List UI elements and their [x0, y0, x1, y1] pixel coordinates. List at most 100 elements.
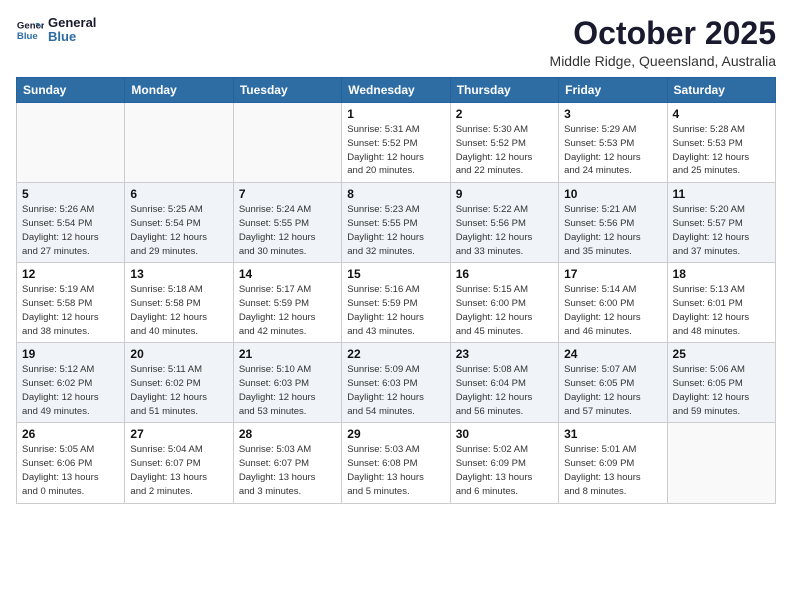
day-info: Sunrise: 5:20 AM Sunset: 5:57 PM Dayligh…: [673, 203, 770, 258]
day-number: 5: [22, 187, 119, 201]
calendar-cell: 20 Sunrise: 5:11 AM Sunset: 6:02 PM Dayli…: [125, 343, 233, 423]
calendar-cell: 18 Sunrise: 5:13 AM Sunset: 6:01 PM Dayli…: [667, 263, 775, 343]
calendar-cell: [233, 103, 341, 183]
day-info: Sunrise: 5:24 AM Sunset: 5:55 PM Dayligh…: [239, 203, 336, 258]
day-info: Sunrise: 5:21 AM Sunset: 5:56 PM Dayligh…: [564, 203, 661, 258]
day-number: 23: [456, 347, 553, 361]
calendar-week-row: 5 Sunrise: 5:26 AM Sunset: 5:54 PM Daylig…: [17, 183, 776, 263]
day-number: 9: [456, 187, 553, 201]
day-number: 1: [347, 107, 444, 121]
logo-general: General: [48, 16, 96, 30]
day-info: Sunrise: 5:03 AM Sunset: 6:08 PM Dayligh…: [347, 443, 444, 498]
day-info: Sunrise: 5:06 AM Sunset: 6:05 PM Dayligh…: [673, 363, 770, 418]
calendar-cell: 9 Sunrise: 5:22 AM Sunset: 5:56 PM Daylig…: [450, 183, 558, 263]
day-number: 30: [456, 427, 553, 441]
day-info: Sunrise: 5:28 AM Sunset: 5:53 PM Dayligh…: [673, 123, 770, 178]
calendar-cell: 24 Sunrise: 5:07 AM Sunset: 6:05 PM Dayli…: [559, 343, 667, 423]
calendar-cell: 12 Sunrise: 5:19 AM Sunset: 5:58 PM Dayli…: [17, 263, 125, 343]
day-info: Sunrise: 5:18 AM Sunset: 5:58 PM Dayligh…: [130, 283, 227, 338]
calendar-cell: 2 Sunrise: 5:30 AM Sunset: 5:52 PM Daylig…: [450, 103, 558, 183]
page-header: General Blue General Blue October 2025 M…: [16, 16, 776, 69]
day-info: Sunrise: 5:03 AM Sunset: 6:07 PM Dayligh…: [239, 443, 336, 498]
calendar-cell: 30Sunrise: 5:02 AM Sunset: 6:09 PM Dayli…: [450, 423, 558, 503]
day-number: 7: [239, 187, 336, 201]
calendar-cell: 11 Sunrise: 5:20 AM Sunset: 5:57 PM Dayli…: [667, 183, 775, 263]
calendar-cell: 15 Sunrise: 5:16 AM Sunset: 5:59 PM Dayli…: [342, 263, 450, 343]
calendar-cell: 4Sunrise: 5:28 AM Sunset: 5:53 PM Daylig…: [667, 103, 775, 183]
day-number: 17: [564, 267, 661, 281]
weekday-header-monday: Monday: [125, 78, 233, 103]
calendar-cell: 26Sunrise: 5:05 AM Sunset: 6:06 PM Dayli…: [17, 423, 125, 503]
day-number: 28: [239, 427, 336, 441]
logo: General Blue General Blue: [16, 16, 96, 45]
day-info: Sunrise: 5:15 AM Sunset: 6:00 PM Dayligh…: [456, 283, 553, 338]
day-info: Sunrise: 5:05 AM Sunset: 6:06 PM Dayligh…: [22, 443, 119, 498]
calendar-cell: 29 Sunrise: 5:03 AM Sunset: 6:08 PM Dayli…: [342, 423, 450, 503]
day-info: Sunrise: 5:25 AM Sunset: 5:54 PM Dayligh…: [130, 203, 227, 258]
calendar-week-row: 19Sunrise: 5:12 AM Sunset: 6:02 PM Dayli…: [17, 343, 776, 423]
day-number: 20: [130, 347, 227, 361]
day-info: Sunrise: 5:13 AM Sunset: 6:01 PM Dayligh…: [673, 283, 770, 338]
calendar-cell: 21 Sunrise: 5:10 AM Sunset: 6:03 PM Dayli…: [233, 343, 341, 423]
day-info: Sunrise: 5:07 AM Sunset: 6:05 PM Dayligh…: [564, 363, 661, 418]
calendar-cell: 31 Sunrise: 5:01 AM Sunset: 6:09 PM Dayli…: [559, 423, 667, 503]
day-info: Sunrise: 5:29 AM Sunset: 5:53 PM Dayligh…: [564, 123, 661, 178]
location-title: Middle Ridge, Queensland, Australia: [550, 53, 776, 69]
calendar-cell: 23Sunrise: 5:08 AM Sunset: 6:04 PM Dayli…: [450, 343, 558, 423]
day-number: 19: [22, 347, 119, 361]
weekday-header-row: SundayMondayTuesdayWednesdayThursdayFrid…: [17, 78, 776, 103]
day-number: 3: [564, 107, 661, 121]
day-number: 16: [456, 267, 553, 281]
day-info: Sunrise: 5:23 AM Sunset: 5:55 PM Dayligh…: [347, 203, 444, 258]
calendar-week-row: 12 Sunrise: 5:19 AM Sunset: 5:58 PM Dayli…: [17, 263, 776, 343]
weekday-header-friday: Friday: [559, 78, 667, 103]
day-number: 8: [347, 187, 444, 201]
calendar-cell: 25 Sunrise: 5:06 AM Sunset: 6:05 PM Dayli…: [667, 343, 775, 423]
calendar-cell: 17 Sunrise: 5:14 AM Sunset: 6:00 PM Dayli…: [559, 263, 667, 343]
calendar-cell: 10 Sunrise: 5:21 AM Sunset: 5:56 PM Dayli…: [559, 183, 667, 263]
day-number: 29: [347, 427, 444, 441]
calendar-cell: 6 Sunrise: 5:25 AM Sunset: 5:54 PM Daylig…: [125, 183, 233, 263]
calendar-cell: [125, 103, 233, 183]
day-info: Sunrise: 5:14 AM Sunset: 6:00 PM Dayligh…: [564, 283, 661, 338]
day-number: 25: [673, 347, 770, 361]
logo-icon: General Blue: [16, 16, 44, 44]
month-title: October 2025: [550, 16, 776, 51]
day-info: Sunrise: 5:30 AM Sunset: 5:52 PM Dayligh…: [456, 123, 553, 178]
day-number: 22: [347, 347, 444, 361]
day-info: Sunrise: 5:19 AM Sunset: 5:58 PM Dayligh…: [22, 283, 119, 338]
weekday-header-tuesday: Tuesday: [233, 78, 341, 103]
calendar-cell: 8 Sunrise: 5:23 AM Sunset: 5:55 PM Daylig…: [342, 183, 450, 263]
day-info: Sunrise: 5:17 AM Sunset: 5:59 PM Dayligh…: [239, 283, 336, 338]
calendar-cell: 14 Sunrise: 5:17 AM Sunset: 5:59 PM Dayli…: [233, 263, 341, 343]
day-info: Sunrise: 5:26 AM Sunset: 5:54 PM Dayligh…: [22, 203, 119, 258]
day-number: 18: [673, 267, 770, 281]
day-info: Sunrise: 5:10 AM Sunset: 6:03 PM Dayligh…: [239, 363, 336, 418]
day-number: 31: [564, 427, 661, 441]
day-number: 10: [564, 187, 661, 201]
day-number: 12: [22, 267, 119, 281]
day-info: Sunrise: 5:22 AM Sunset: 5:56 PM Dayligh…: [456, 203, 553, 258]
calendar-cell: 16 Sunrise: 5:15 AM Sunset: 6:00 PM Dayli…: [450, 263, 558, 343]
logo-blue: Blue: [48, 30, 96, 44]
day-number: 6: [130, 187, 227, 201]
day-number: 2: [456, 107, 553, 121]
day-info: Sunrise: 5:01 AM Sunset: 6:09 PM Dayligh…: [564, 443, 661, 498]
day-number: 15: [347, 267, 444, 281]
calendar-week-row: 26Sunrise: 5:05 AM Sunset: 6:06 PM Dayli…: [17, 423, 776, 503]
calendar-cell: 13Sunrise: 5:18 AM Sunset: 5:58 PM Dayli…: [125, 263, 233, 343]
calendar-cell: 19Sunrise: 5:12 AM Sunset: 6:02 PM Dayli…: [17, 343, 125, 423]
day-info: Sunrise: 5:11 AM Sunset: 6:02 PM Dayligh…: [130, 363, 227, 418]
day-number: 21: [239, 347, 336, 361]
day-number: 24: [564, 347, 661, 361]
svg-text:Blue: Blue: [17, 31, 38, 42]
day-number: 11: [673, 187, 770, 201]
weekday-header-wednesday: Wednesday: [342, 78, 450, 103]
calendar-week-row: 1Sunrise: 5:31 AM Sunset: 5:52 PM Daylig…: [17, 103, 776, 183]
weekday-header-saturday: Saturday: [667, 78, 775, 103]
day-info: Sunrise: 5:16 AM Sunset: 5:59 PM Dayligh…: [347, 283, 444, 338]
day-number: 27: [130, 427, 227, 441]
day-number: 14: [239, 267, 336, 281]
weekday-header-thursday: Thursday: [450, 78, 558, 103]
calendar-cell: 7 Sunrise: 5:24 AM Sunset: 5:55 PM Daylig…: [233, 183, 341, 263]
